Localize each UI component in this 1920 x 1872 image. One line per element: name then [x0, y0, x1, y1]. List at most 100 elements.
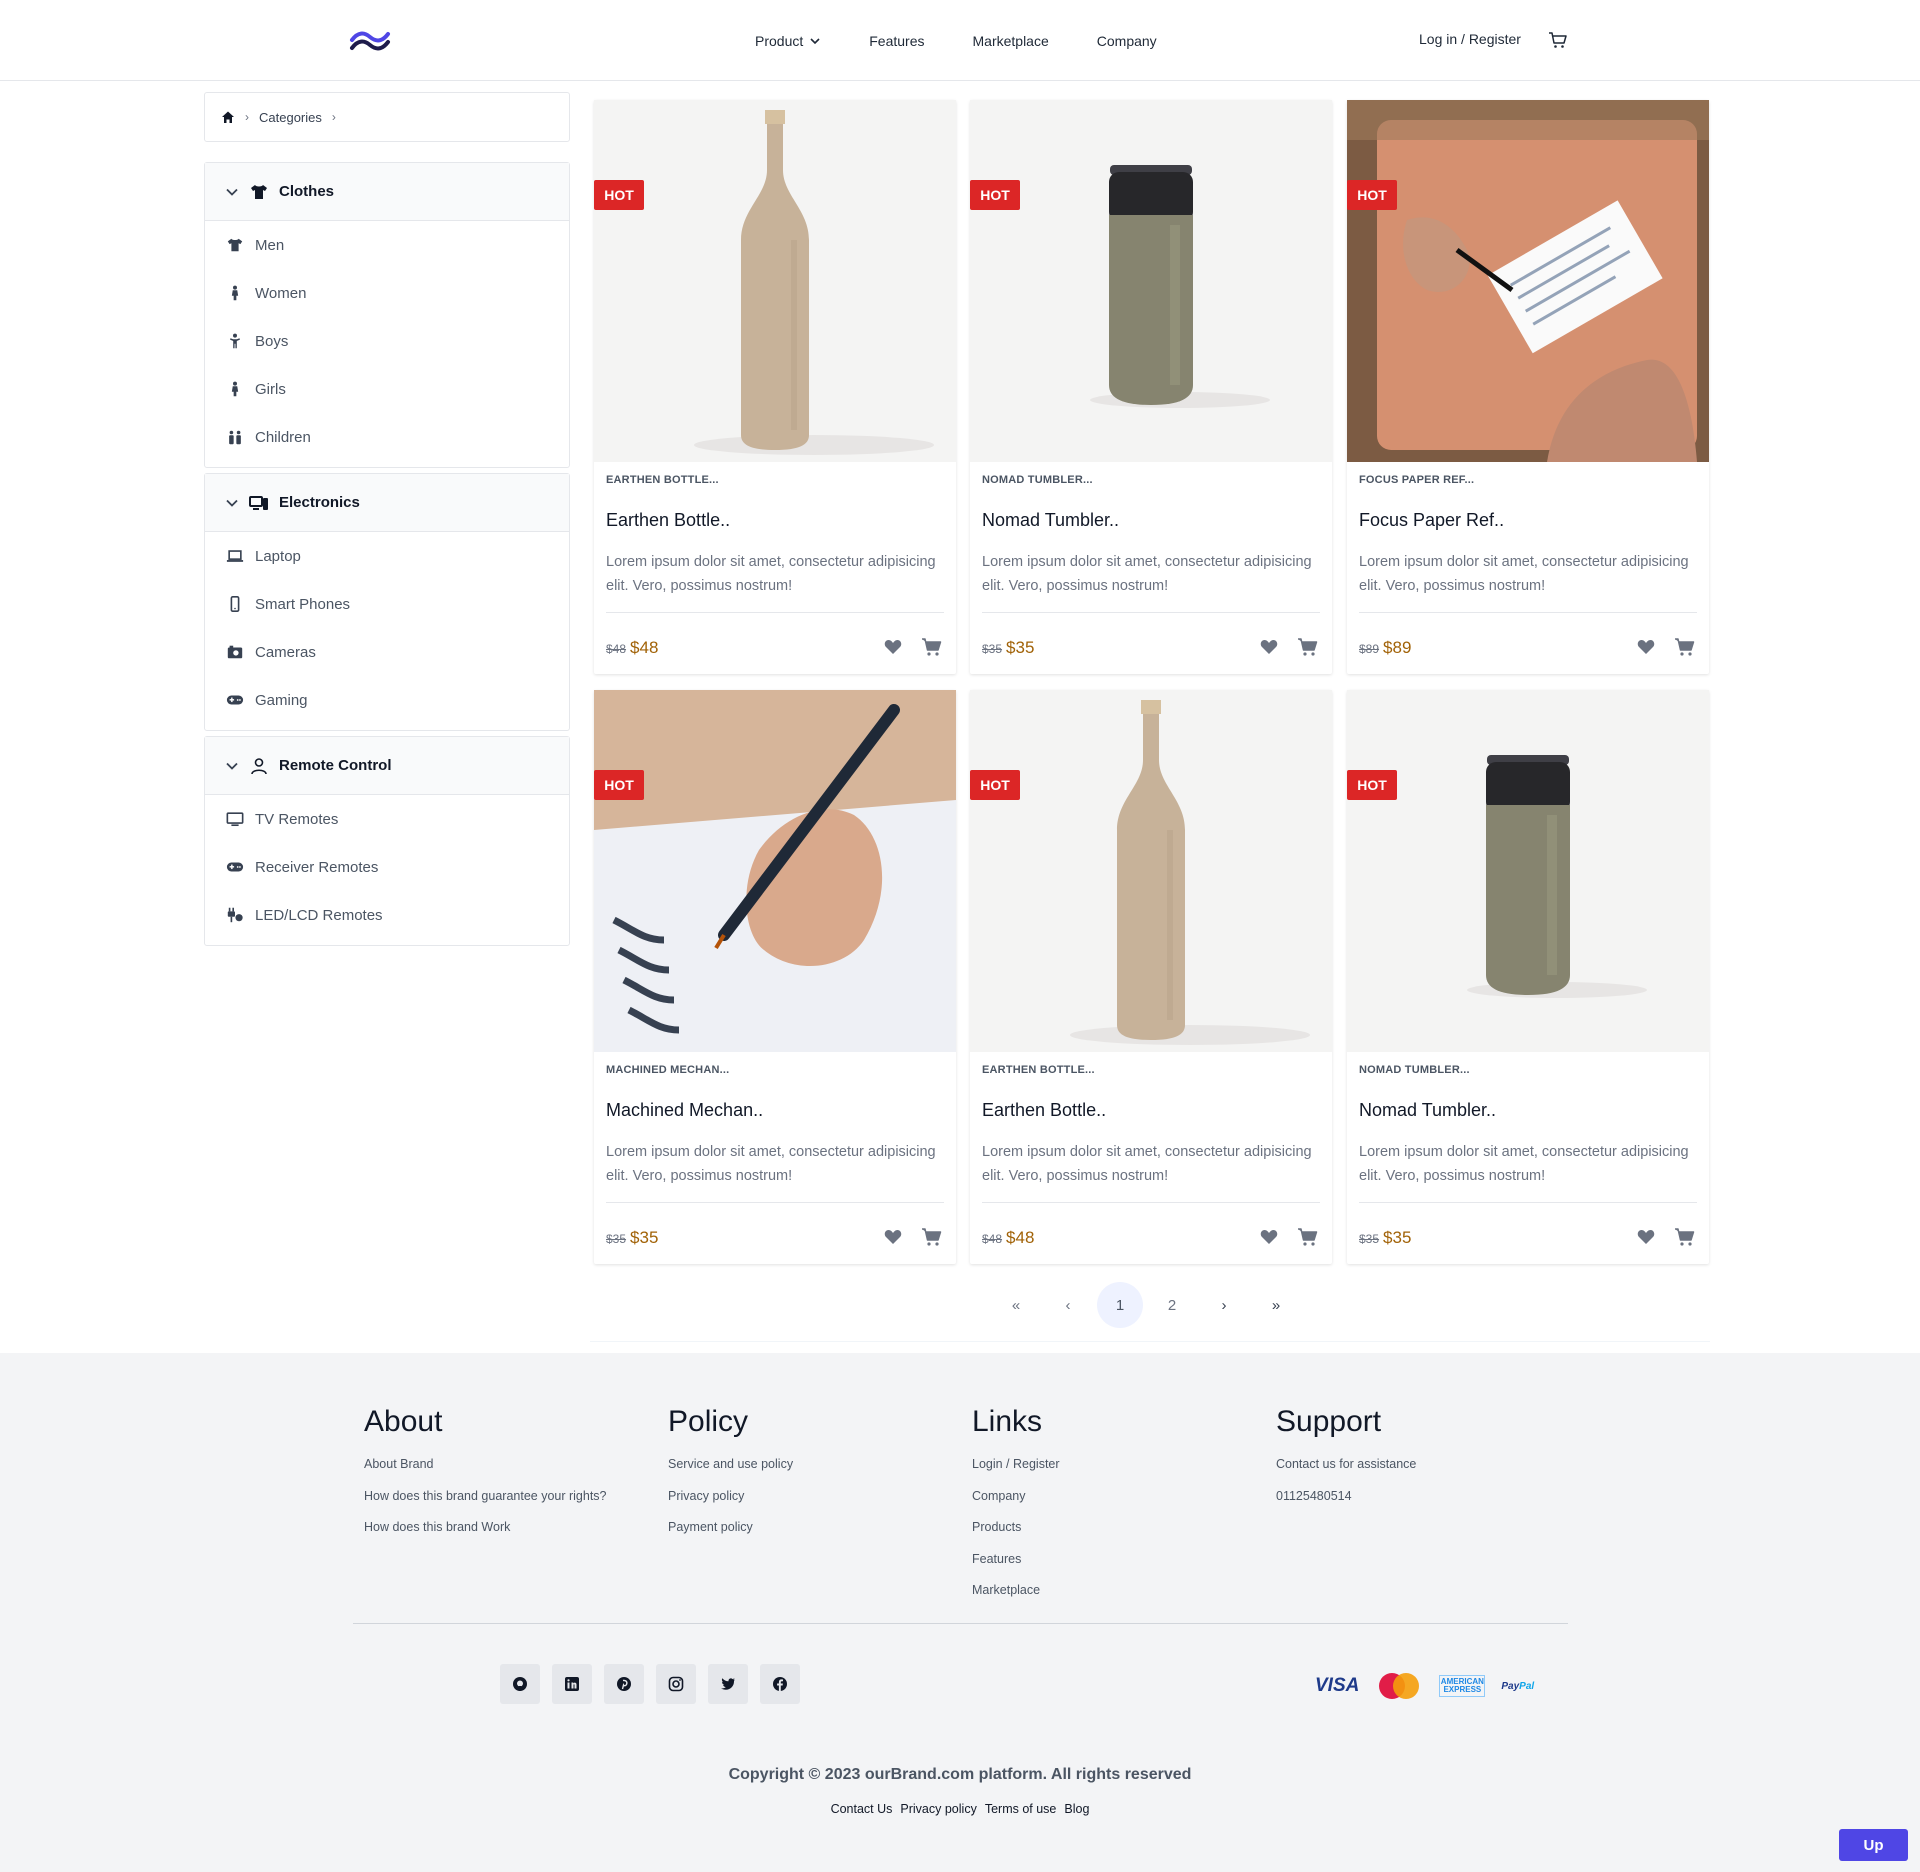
- product-name[interactable]: Earthen Bottle..: [606, 510, 730, 531]
- category-item-boys[interactable]: Boys: [205, 317, 569, 365]
- category-item-cameras[interactable]: Cameras: [205, 628, 569, 676]
- nav-marketplace[interactable]: Marketplace: [973, 33, 1049, 49]
- footer-link[interactable]: Login / Register: [972, 1457, 1060, 1489]
- category-item-laptop[interactable]: Laptop: [205, 532, 569, 580]
- product-card[interactable]: HOT NOMAD TUMBLER... Nomad Tumbler.. Lor…: [970, 100, 1332, 674]
- product-name[interactable]: Machined Mechan..: [606, 1100, 763, 1121]
- add-to-cart-icon[interactable]: [921, 636, 943, 658]
- add-to-cart-icon[interactable]: [921, 1226, 943, 1248]
- product-card[interactable]: HOT FOCUS PAPER REF... Focus Paper Ref..…: [1347, 100, 1709, 674]
- prev-page-icon[interactable]: ‹: [1045, 1282, 1091, 1328]
- category-item-receiver-remotes[interactable]: Receiver Remotes: [205, 843, 569, 891]
- scroll-up-button[interactable]: Up: [1839, 1829, 1908, 1861]
- category-item-girls[interactable]: Girls: [205, 365, 569, 413]
- footer-link[interactable]: Contact us for assistance: [1276, 1457, 1416, 1489]
- product-name[interactable]: Nomad Tumbler..: [982, 510, 1119, 531]
- product-image[interactable]: [594, 100, 956, 462]
- category-header-remote-control[interactable]: Remote Control: [205, 737, 569, 795]
- product-card[interactable]: HOT EARTHEN BOTTLE... Earthen Bottle.. L…: [970, 690, 1332, 1264]
- heart-icon[interactable]: [1636, 1227, 1656, 1247]
- category-item-label: Children: [255, 428, 311, 446]
- footer-bottom-link[interactable]: Terms of use: [985, 1802, 1057, 1816]
- product-subtitle: NOMAD TUMBLER...: [1359, 1064, 1470, 1076]
- add-to-cart-icon[interactable]: [1297, 636, 1319, 658]
- category-item-children[interactable]: Children: [205, 413, 569, 461]
- category-item-label: Smart Phones: [255, 595, 351, 613]
- next-page-icon[interactable]: ›: [1201, 1282, 1247, 1328]
- product-price: $35 $35: [606, 1228, 658, 1248]
- product-image[interactable]: [970, 100, 1332, 462]
- product-name[interactable]: Earthen Bottle..: [982, 1100, 1106, 1121]
- heart-icon[interactable]: [1259, 637, 1279, 657]
- breadcrumb-categories[interactable]: Categories: [259, 110, 322, 125]
- tv-icon: [225, 809, 245, 829]
- product-image[interactable]: [970, 690, 1332, 1052]
- product-image[interactable]: [1347, 100, 1709, 462]
- product-name[interactable]: Focus Paper Ref..: [1359, 510, 1504, 531]
- nav-product[interactable]: Product: [755, 33, 821, 49]
- linkedin-icon[interactable]: [552, 1664, 592, 1704]
- old-price: $35: [1359, 1232, 1380, 1246]
- nav-company[interactable]: Company: [1097, 33, 1157, 49]
- footer-link[interactable]: Service and use policy: [668, 1457, 793, 1489]
- footer-link[interactable]: Features: [972, 1552, 1060, 1584]
- category-clothes: Clothes Men Women Boys Girls Children: [204, 162, 570, 468]
- nav-features[interactable]: Features: [869, 33, 924, 49]
- footer-bottom-link[interactable]: Privacy policy: [900, 1802, 976, 1816]
- heart-icon[interactable]: [883, 637, 903, 657]
- old-price: $35: [982, 642, 1003, 656]
- facebook-icon[interactable]: [760, 1664, 800, 1704]
- mastercard-logo: [1379, 1673, 1420, 1699]
- category-item-tv-remotes[interactable]: TV Remotes: [205, 795, 569, 843]
- github-icon[interactable]: [500, 1664, 540, 1704]
- category-item-gaming[interactable]: Gaming: [205, 676, 569, 724]
- add-to-cart-icon[interactable]: [1297, 1226, 1319, 1248]
- product-card[interactable]: HOT NOMAD TUMBLER... Nomad Tumbler.. Lor…: [1347, 690, 1709, 1264]
- instagram-icon[interactable]: [656, 1664, 696, 1704]
- gamepad-icon: [225, 857, 245, 877]
- page-1-button[interactable]: 1: [1097, 1282, 1143, 1328]
- page-2-button[interactable]: 2: [1149, 1282, 1195, 1328]
- product-card[interactable]: HOT EARTHEN BOTTLE... Earthen Bottle.. L…: [594, 100, 956, 674]
- divider: [353, 1623, 1568, 1624]
- product-name[interactable]: Nomad Tumbler..: [1359, 1100, 1496, 1121]
- category-item-smart-phones[interactable]: Smart Phones: [205, 580, 569, 628]
- brand-logo[interactable]: [348, 24, 392, 54]
- heart-icon[interactable]: [1636, 637, 1656, 657]
- home-icon[interactable]: [221, 110, 235, 124]
- category-header-clothes[interactable]: Clothes: [205, 163, 569, 221]
- product-image[interactable]: [594, 690, 956, 1052]
- category-header-electronics[interactable]: Electronics: [205, 474, 569, 532]
- add-to-cart-icon[interactable]: [1674, 636, 1696, 658]
- heart-icon[interactable]: [1259, 1227, 1279, 1247]
- footer-link[interactable]: Company: [972, 1489, 1060, 1521]
- shirt-icon: [251, 184, 267, 199]
- footer-link[interactable]: Products: [972, 1520, 1060, 1552]
- divider: [606, 612, 944, 613]
- add-to-cart-icon[interactable]: [1674, 1226, 1696, 1248]
- footer-bottom-link[interactable]: Contact Us: [831, 1802, 893, 1816]
- login-register-link[interactable]: Log in / Register: [1419, 31, 1521, 47]
- category-item-men[interactable]: Men: [205, 221, 569, 269]
- product-image[interactable]: [1347, 690, 1709, 1052]
- category-electronics: Electronics Laptop Smart Phones Cameras …: [204, 473, 570, 731]
- product-card[interactable]: HOT MACHINED MECHAN... Machined Mechan..…: [594, 690, 956, 1264]
- heart-icon[interactable]: [883, 1227, 903, 1247]
- category-item-women[interactable]: Women: [205, 269, 569, 317]
- footer-link[interactable]: How does this brand Work: [364, 1520, 607, 1552]
- footer-link[interactable]: Privacy policy: [668, 1489, 793, 1521]
- shopping-cart-icon[interactable]: [1548, 30, 1568, 50]
- category-title: Clothes: [279, 183, 335, 200]
- twitter-icon[interactable]: [708, 1664, 748, 1704]
- footer-link[interactable]: Payment policy: [668, 1520, 793, 1552]
- category-item-led-lcd-remotes[interactable]: LED/LCD Remotes: [205, 891, 569, 939]
- pinterest-icon[interactable]: [604, 1664, 644, 1704]
- footer-bottom-link[interactable]: Blog: [1064, 1802, 1089, 1816]
- footer-link[interactable]: How does this brand guarantee your right…: [364, 1489, 607, 1521]
- footer-col-support: Support Contact us for assistance 011254…: [1276, 1405, 1416, 1520]
- last-page-icon[interactable]: »: [1253, 1282, 1299, 1328]
- first-page-icon[interactable]: «: [993, 1282, 1039, 1328]
- footer-link[interactable]: About Brand: [364, 1457, 607, 1489]
- footer-link[interactable]: Marketplace: [972, 1583, 1060, 1615]
- hot-badge: HOT: [970, 180, 1020, 210]
